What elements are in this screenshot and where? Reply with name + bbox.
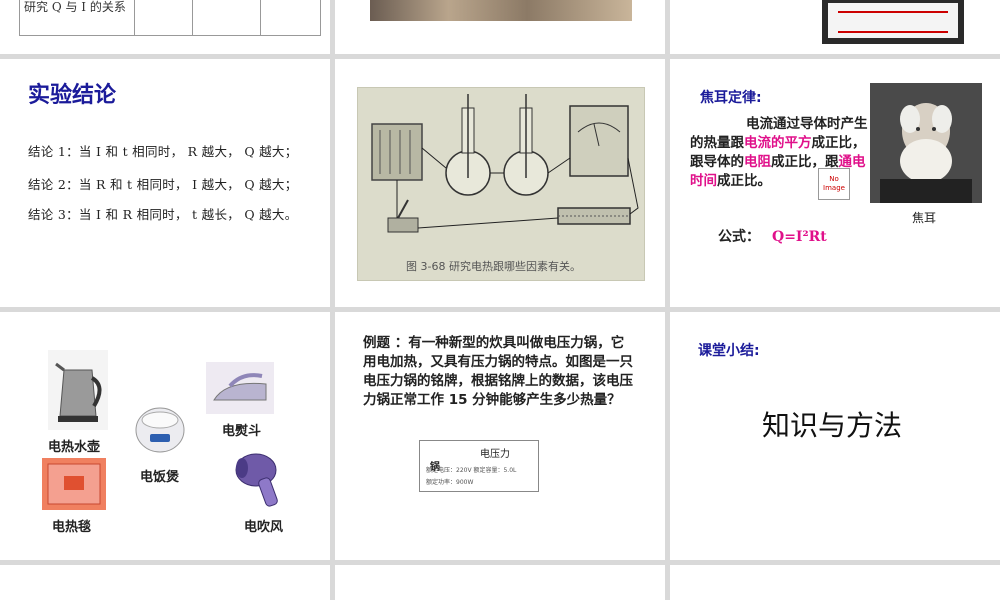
electric-blanket-image <box>42 458 106 510</box>
summary-heading: 知识与方法 <box>762 409 903 442</box>
nameplate-spec-1: 额定电压：220V 额定容量：5.0L <box>426 467 517 474</box>
broken-image-icon: No Image <box>818 168 850 200</box>
formula-label: 公式： <box>718 229 760 245</box>
experiment-table: 研究 Q 与 I 的关系 <box>19 0 321 36</box>
slide-title: 焦耳定律: <box>700 90 762 106</box>
iron-label: 电熨斗 <box>222 424 262 439</box>
conclusion-1: 结论 1：当 I 和 t 相同时， R 越大， Q 越大； <box>28 144 298 159</box>
slide-thumbnail-3[interactable] <box>670 0 1000 54</box>
rice-cooker-image <box>132 404 188 456</box>
portrait-caption: 焦耳 <box>912 211 937 225</box>
hair-dryer-image <box>232 448 290 510</box>
electric-blanket-label: 电热毯 <box>52 520 92 535</box>
nameplate-title: 电压力 <box>480 449 510 460</box>
nameplate-spec-2: 额定功率：900W <box>426 479 474 486</box>
joule-portrait <box>870 83 982 203</box>
iron-image <box>206 362 274 414</box>
slide-thumbnail-11[interactable] <box>335 565 665 600</box>
slide-thumbnail-10[interactable] <box>0 565 330 600</box>
slide-thumbnail-6[interactable]: 焦耳定律: 电流通过导体时产生的热量跟电流的平方成正比，跟导体的电阻成正比，跟通… <box>670 59 1000 307</box>
experiment-diagram: 图 3-68 研究电热跟哪些因素有关。 <box>357 87 645 281</box>
slide-title: 实验结论 <box>28 83 117 108</box>
formula: 公式： Q=I²Rt <box>718 226 827 246</box>
hair-dryer-label: 电吹风 <box>244 520 284 535</box>
circuit-board <box>828 3 958 38</box>
circuit-sketch <box>371 94 639 233</box>
kettle-label: 电热水壶 <box>48 440 101 455</box>
table-cell <box>134 0 193 35</box>
nameplate: 电压力 锅 额定电压：220V 额定容量：5.0L 额定功率：900W <box>419 440 539 492</box>
table-cell <box>192 0 261 35</box>
slide-thumbnail-2[interactable] <box>335 0 665 54</box>
slide-thumbnail-8[interactable]: 例题 ：有一种新型的炊具叫做电压力锅，它用电加热，又具有压力锅的特点。如图是一只… <box>335 312 665 560</box>
table-row-label: 研究 Q 与 I 的关系 <box>24 0 126 14</box>
slide-thumbnail-1[interactable]: 研究 Q 与 I 的关系 <box>0 0 330 54</box>
example-problem: 例题 ：有一种新型的炊具叫做电压力锅，它用电加热，又具有压力锅的特点。如图是一只… <box>363 335 633 408</box>
conclusion-3: 结论 3：当 I 和 R 相同时， t 越长， Q 越大。 <box>28 207 298 222</box>
slide-thumbnail-12[interactable] <box>670 565 1000 600</box>
table-cell: 研究 Q 与 I 的关系 <box>20 0 135 35</box>
slide-thumbnail-9[interactable]: 课堂小结: 知识与方法 <box>670 312 1000 560</box>
kettle-image <box>48 350 108 430</box>
circuit-board-photo <box>822 0 964 44</box>
figure-caption: 图 3-68 研究电热跟哪些因素有关。 <box>406 260 581 273</box>
slide-thumbnail-7[interactable]: 电热水壶 电饭煲 电熨斗 电热毯 电吹风 <box>0 312 330 560</box>
apparatus-photo <box>370 0 632 21</box>
slide-thumbnail-5[interactable]: 图 3-68 研究电热跟哪些因素有关。 <box>335 59 665 307</box>
slide-title: 课堂小结: <box>698 343 760 359</box>
rice-cooker-label: 电饭煲 <box>140 470 180 485</box>
slide-thumbnail-4[interactable]: 实验结论 结论 1：当 I 和 t 相同时， R 越大， Q 越大； 结论 2：… <box>0 59 330 307</box>
formula-equation: Q=I²Rt <box>772 229 827 245</box>
conclusion-2: 结论 2：当 R 和 t 相同时， I 越大， Q 越大； <box>28 177 298 192</box>
